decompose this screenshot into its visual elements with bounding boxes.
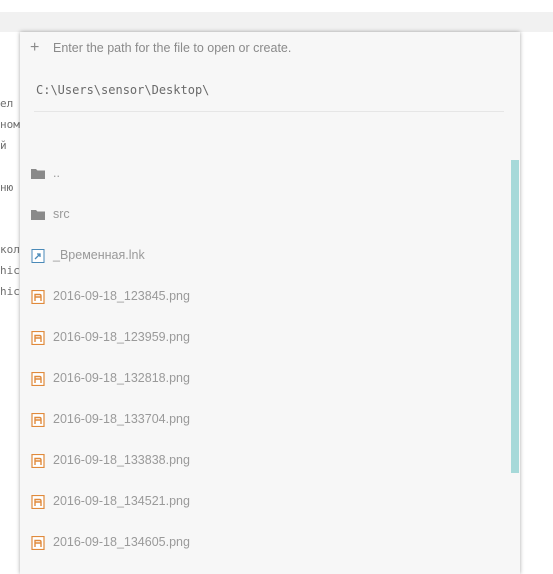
editor-line: hic <box>0 264 20 277</box>
editor-line: ном <box>0 118 20 131</box>
list-item-label: 2016-09-18_133838.png <box>53 453 190 467</box>
list-item[interactable]: 2016-09-18_134605.png <box>20 530 510 560</box>
list-item-label: 2016-09-18_134521.png <box>53 494 190 508</box>
image-file-icon <box>31 536 45 550</box>
list-item-label: 2016-09-18_123959.png <box>53 330 190 344</box>
list-item-label: 2016-09-18_132818.png <box>53 371 190 385</box>
prompt-text: Enter the path for the file to open or c… <box>53 41 292 55</box>
list-item-label: 2016-09-18_134605.png <box>53 535 190 549</box>
image-file-icon <box>31 454 45 468</box>
folder-icon <box>31 169 45 179</box>
list-item-label: 2016-09-18_133704.png <box>53 412 190 426</box>
list-item[interactable]: .. <box>20 161 510 191</box>
editor-line: кол <box>0 243 20 256</box>
list-item-label: src <box>53 207 70 221</box>
list-item-label: 2016-09-18_123845.png <box>53 289 190 303</box>
list-item[interactable]: 2016-09-18_132818.png <box>20 366 510 396</box>
editor-line: ел <box>0 97 14 110</box>
editor-line: й <box>0 139 7 152</box>
prompt-row: + Enter the path for the file to open or… <box>20 38 520 60</box>
list-item-label: .. <box>53 166 60 180</box>
shortcut-file-icon <box>31 249 45 263</box>
open-file-dialog: + Enter the path for the file to open or… <box>20 32 520 574</box>
path-input[interactable]: C:\Users\sensor\Desktop\ <box>34 80 504 112</box>
path-input-value: C:\Users\sensor\Desktop\ <box>36 83 210 97</box>
editor-line: hic <box>0 285 20 298</box>
top-bar <box>0 12 553 32</box>
folder-icon <box>31 210 45 220</box>
image-file-icon <box>31 290 45 304</box>
image-file-icon <box>31 413 45 427</box>
background-editor: ел ном й ню кол hic hic <box>0 0 20 574</box>
image-file-icon <box>31 331 45 345</box>
list-item[interactable]: 2016-09-18_123959.png <box>20 325 510 355</box>
list-item[interactable]: 2016-09-18_133838.png <box>20 448 510 478</box>
plus-icon: + <box>30 39 40 56</box>
image-file-icon <box>31 495 45 509</box>
list-item-label: _Временная.lnk <box>53 248 145 262</box>
image-file-icon <box>31 372 45 386</box>
list-item[interactable]: 2016-09-18_134521.png <box>20 489 510 519</box>
editor-line: ню <box>0 181 14 194</box>
scrollbar[interactable] <box>510 160 520 574</box>
list-item[interactable]: 2016-09-18_133704.png <box>20 407 510 437</box>
list-item[interactable]: src <box>20 202 510 232</box>
list-item[interactable]: _Временная.lnk <box>20 243 510 273</box>
scrollbar-thumb[interactable] <box>511 160 519 473</box>
list-item[interactable]: 2016-09-18_123845.png <box>20 284 510 314</box>
